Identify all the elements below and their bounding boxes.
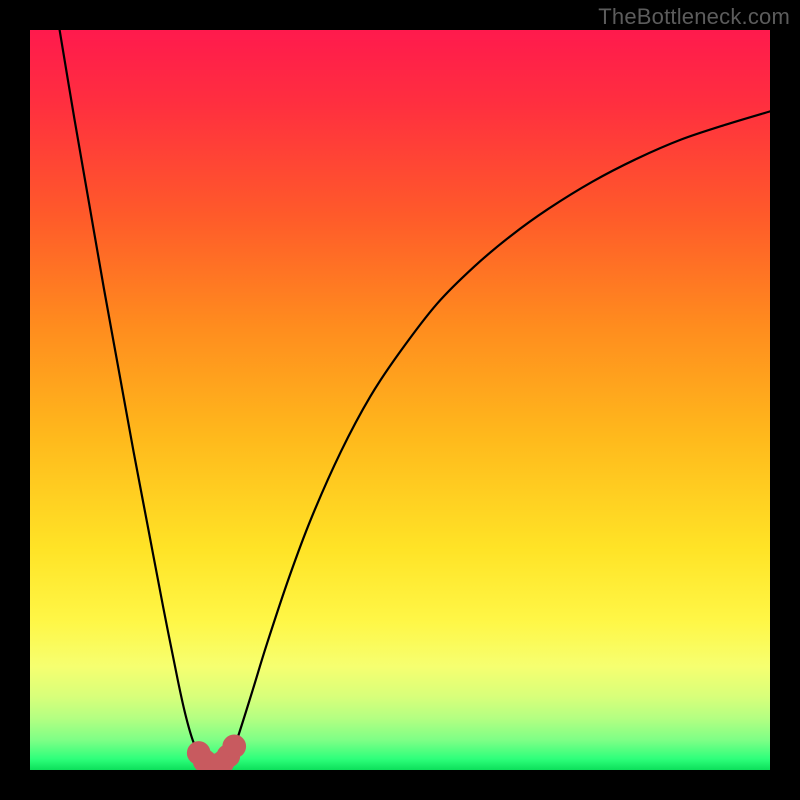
bottleneck-marker xyxy=(222,734,246,758)
chart-container: TheBottleneck.com xyxy=(0,0,800,800)
bottleneck-plot-svg xyxy=(30,30,770,770)
watermark-text: TheBottleneck.com xyxy=(598,4,790,30)
gradient-background xyxy=(30,30,770,770)
plot-frame xyxy=(30,30,770,770)
